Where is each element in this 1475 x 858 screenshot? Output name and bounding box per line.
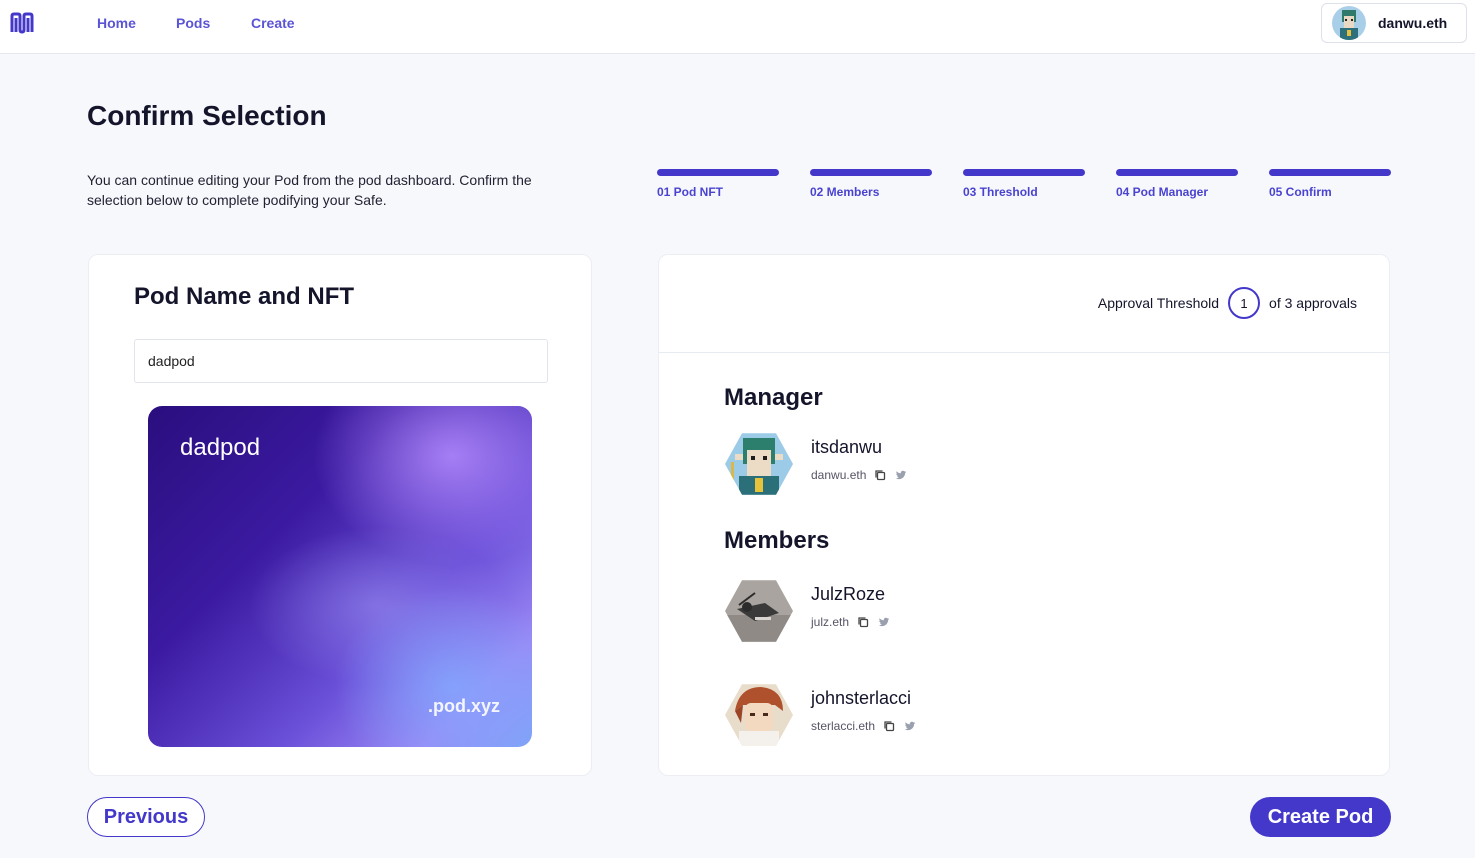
step-progress-bar	[657, 169, 779, 176]
pod-name-card-title: Pod Name and NFT	[134, 283, 355, 310]
members-section-title: Members	[724, 527, 830, 554]
member-name: JulzRoze	[811, 584, 886, 604]
manager-name: itsdanwu	[811, 437, 883, 457]
copy-icon[interactable]	[882, 719, 896, 733]
pod-logo-icon[interactable]	[10, 12, 34, 34]
nav-home-link[interactable]: Home	[97, 15, 136, 31]
member-ens: julz.eth	[811, 615, 850, 629]
page-title: Confirm Selection	[87, 100, 327, 131]
pod-nft-preview: dadpod .pod.xyz	[148, 406, 532, 747]
step-progress-bar	[810, 169, 932, 176]
create-pod-button[interactable]: Create Pod	[1250, 797, 1391, 837]
step-progress-bar	[963, 169, 1085, 176]
manager-item: itsdanwu danwu.eth	[725, 432, 1125, 496]
page-subtitle: You can continue editing your Pod from t…	[87, 172, 532, 208]
pod-name-input[interactable]	[134, 339, 548, 383]
pod-name-card: Pod Name and NFT dadpod .pod.xyz	[88, 254, 592, 776]
copy-icon[interactable]	[856, 615, 870, 629]
step-label: 02 Members	[810, 185, 880, 199]
member-name: johnsterlacci	[811, 688, 912, 708]
member-meta: julz.eth	[811, 615, 891, 629]
manager-avatar	[725, 433, 793, 495]
threshold-value: 1	[1228, 287, 1261, 319]
approval-threshold: Approval Threshold 1 of 3 approvals	[1098, 287, 1357, 319]
threshold-suffix: of 3 approvals	[1269, 295, 1357, 311]
threshold-label: Approval Threshold	[1097, 295, 1220, 311]
manager-section-title: Manager	[724, 384, 823, 411]
member-avatar	[725, 684, 793, 746]
member-avatar	[725, 580, 793, 642]
step-threshold[interactable]: 03 Threshold	[963, 169, 1085, 199]
step-confirm[interactable]: 05 Confirm	[1269, 169, 1391, 199]
step-progress-bar	[1116, 169, 1238, 176]
nft-domain: .pod.xyz	[427, 696, 500, 716]
user-avatar	[1332, 6, 1366, 40]
twitter-icon[interactable]	[894, 468, 908, 482]
nav-create-link[interactable]: Create	[251, 15, 295, 31]
twitter-icon[interactable]	[903, 719, 917, 733]
twitter-icon[interactable]	[877, 615, 891, 629]
divider	[659, 352, 1389, 353]
step-label: 03 Threshold	[963, 185, 1038, 199]
step-label: 01 Pod NFT	[657, 185, 724, 199]
step-progress-bar	[1269, 169, 1391, 176]
member-ens: sterlacci.eth	[811, 719, 876, 733]
nft-pod-name: dadpod	[180, 434, 261, 461]
manager-ens: danwu.eth	[811, 468, 867, 482]
nav-pods-link[interactable]: Pods	[176, 15, 210, 31]
manager-meta: danwu.eth	[811, 468, 908, 482]
step-pod-nft[interactable]: 01 Pod NFT	[657, 169, 779, 199]
previous-button[interactable]: Previous	[87, 797, 205, 837]
member-meta: sterlacci.eth	[811, 719, 917, 733]
user-name: danwu.eth	[1378, 15, 1448, 31]
top-navbar: Home Pods Create danwu.eth	[0, 0, 1475, 54]
step-pod-manager[interactable]: 04 Pod Manager	[1116, 169, 1238, 199]
step-label: 05 Confirm	[1269, 185, 1332, 199]
step-members[interactable]: 02 Members	[810, 169, 932, 199]
copy-icon[interactable]	[873, 468, 887, 482]
pod-summary-card: Approval Threshold 1 of 3 approvals Mana…	[658, 254, 1390, 776]
step-label: 04 Pod Manager	[1116, 185, 1209, 199]
user-account-button[interactable]: danwu.eth	[1321, 3, 1467, 43]
member-item: johnsterlacci sterlacci.eth	[725, 683, 1125, 747]
member-item: JulzRoze julz.eth	[725, 579, 1125, 643]
